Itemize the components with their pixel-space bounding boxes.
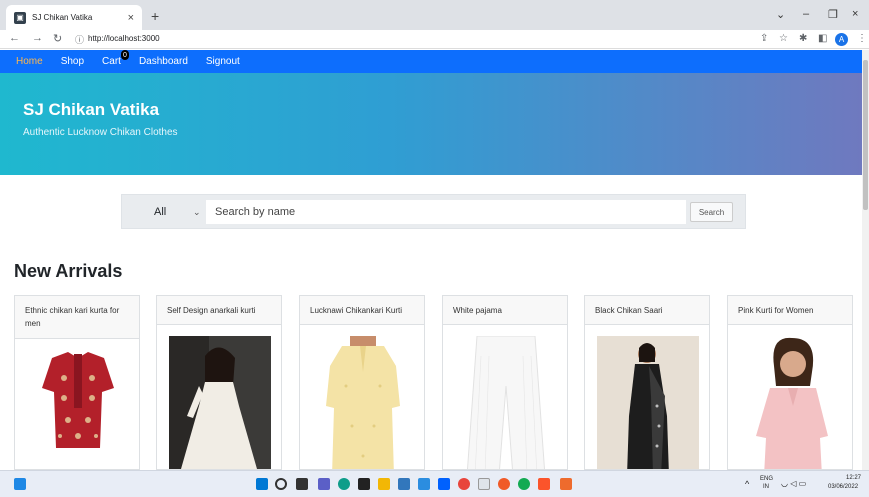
close-window-icon[interactable]: × — [852, 8, 858, 20]
product-card[interactable]: Self Design anarkali kurti — [156, 295, 282, 470]
cart-count-badge: 0 — [120, 50, 129, 60]
hero-banner: SJ Chikan Vatika Authentic Lucknow Chika… — [0, 73, 862, 175]
sidepanel-icon[interactable]: ◧ — [818, 33, 827, 44]
search-bar: All ⌄ Search — [121, 194, 746, 229]
hero-title: SJ Chikan Vatika — [23, 100, 160, 119]
minimize-icon[interactable]: – — [803, 8, 809, 20]
product-card[interactable]: White pajama — [442, 295, 568, 470]
nav-home[interactable]: Home — [16, 56, 43, 67]
search-icon[interactable] — [275, 478, 287, 490]
close-tab-icon[interactable]: × — [128, 12, 134, 24]
start-icon[interactable] — [256, 478, 268, 490]
product-name: Pink Kurti for Women — [728, 296, 852, 325]
tab-title: SJ Chikan Vatika — [32, 13, 93, 22]
product-image[interactable] — [455, 336, 557, 469]
product-name: Black Chikan Saari — [585, 296, 709, 325]
new-tab-icon[interactable]: + — [151, 8, 159, 24]
product-image[interactable] — [169, 336, 271, 469]
wifi-volume-battery-icon[interactable]: ◡ ◁ ▭ — [781, 479, 806, 488]
product-name: Ethnic chikan kari kurta for men — [15, 296, 139, 339]
url-field[interactable]: http://localhost:3000 — [88, 34, 160, 43]
product-card[interactable]: Lucknawi Chikankari Kurti — [299, 295, 425, 470]
edge-icon[interactable] — [338, 478, 350, 490]
category-select[interactable]: All — [154, 206, 166, 218]
favicon-icon: ▣ — [14, 11, 26, 24]
menu-icon[interactable]: ⋮ — [857, 33, 867, 44]
dropbox-icon[interactable] — [438, 478, 450, 490]
notepad-icon[interactable] — [478, 478, 490, 490]
product-image[interactable] — [597, 336, 699, 469]
extensions-icon[interactable]: ✱ — [799, 33, 807, 44]
powerpoint-icon[interactable] — [560, 478, 572, 490]
language-indicator[interactable]: ENG — [760, 476, 773, 482]
postman-icon[interactable] — [498, 478, 510, 490]
mail-icon[interactable] — [398, 478, 410, 490]
restore-icon[interactable]: ❐ — [828, 8, 838, 21]
region-indicator: IN — [763, 484, 769, 490]
forward-icon[interactable]: → — [32, 32, 43, 44]
task-view-icon[interactable] — [296, 478, 308, 490]
bookmark-star-icon[interactable]: ☆ — [779, 33, 788, 44]
chevron-down-icon[interactable]: ⌄ — [193, 207, 201, 218]
share-icon[interactable]: ⇪ — [760, 33, 768, 44]
browser-tabbar: ▣ SJ Chikan Vatika × + ⌄ – ❐ × — [0, 0, 869, 30]
site-navbar: Home Shop Cart 0 Dashboard Signout — [0, 50, 862, 73]
product-image[interactable] — [27, 348, 129, 469]
scrollbar-thumb[interactable] — [863, 60, 868, 210]
mongodb-icon[interactable] — [518, 478, 530, 490]
address-bar-row: ← → ↻ ⓘ http://localhost:3000 ⇪ ☆ ✱ ◧ A … — [0, 30, 869, 49]
search-button[interactable]: Search — [690, 202, 733, 222]
nav-cart[interactable]: Cart 0 — [102, 50, 129, 67]
search-input[interactable] — [206, 200, 686, 224]
notion-icon[interactable] — [358, 478, 370, 490]
product-name: Lucknawi Chikankari Kurti — [300, 296, 424, 325]
reload-icon[interactable]: ↻ — [53, 32, 62, 45]
back-icon[interactable]: ← — [9, 32, 20, 44]
teams-icon[interactable] — [318, 478, 330, 490]
product-card[interactable]: Black Chikan Saari — [584, 295, 710, 470]
product-name: Self Design anarkali kurti — [157, 296, 281, 325]
product-image[interactable] — [312, 336, 414, 469]
profile-avatar[interactable]: A — [835, 33, 848, 46]
nav-dashboard[interactable]: Dashboard — [139, 56, 188, 67]
clock-time[interactable]: 12:27 — [846, 475, 861, 481]
tray-chevron-icon[interactable]: ^ — [745, 479, 749, 489]
brave-icon[interactable] — [538, 478, 550, 490]
tab-search-icon[interactable]: ⌄ — [776, 8, 785, 21]
product-card[interactable]: Ethnic chikan kari kurta for men — [14, 295, 140, 470]
product-name: White pajama — [443, 296, 567, 325]
file-explorer-icon[interactable] — [378, 478, 390, 490]
hero-subtitle: Authentic Lucknow Chikan Clothes — [23, 127, 178, 138]
chrome-icon[interactable] — [458, 478, 470, 490]
widgets-icon[interactable] — [14, 478, 26, 490]
product-card[interactable]: Pink Kurti for Women — [727, 295, 853, 470]
browser-tab[interactable]: ▣ SJ Chikan Vatika × — [6, 5, 142, 30]
section-title: New Arrivals — [14, 261, 123, 281]
nav-cart-label: Cart — [102, 56, 121, 67]
page-scrollbar[interactable] — [862, 50, 869, 470]
product-image[interactable] — [740, 336, 842, 469]
info-icon[interactable]: ⓘ — [75, 33, 84, 46]
vscode-icon[interactable] — [418, 478, 430, 490]
nav-signout[interactable]: Signout — [206, 56, 240, 67]
os-taskbar: ^ ENG IN ◡ ◁ ▭ 12:27 03/06/2022 — [0, 470, 869, 497]
nav-shop[interactable]: Shop — [61, 56, 84, 67]
clock-date: 03/06/2022 — [828, 484, 859, 490]
